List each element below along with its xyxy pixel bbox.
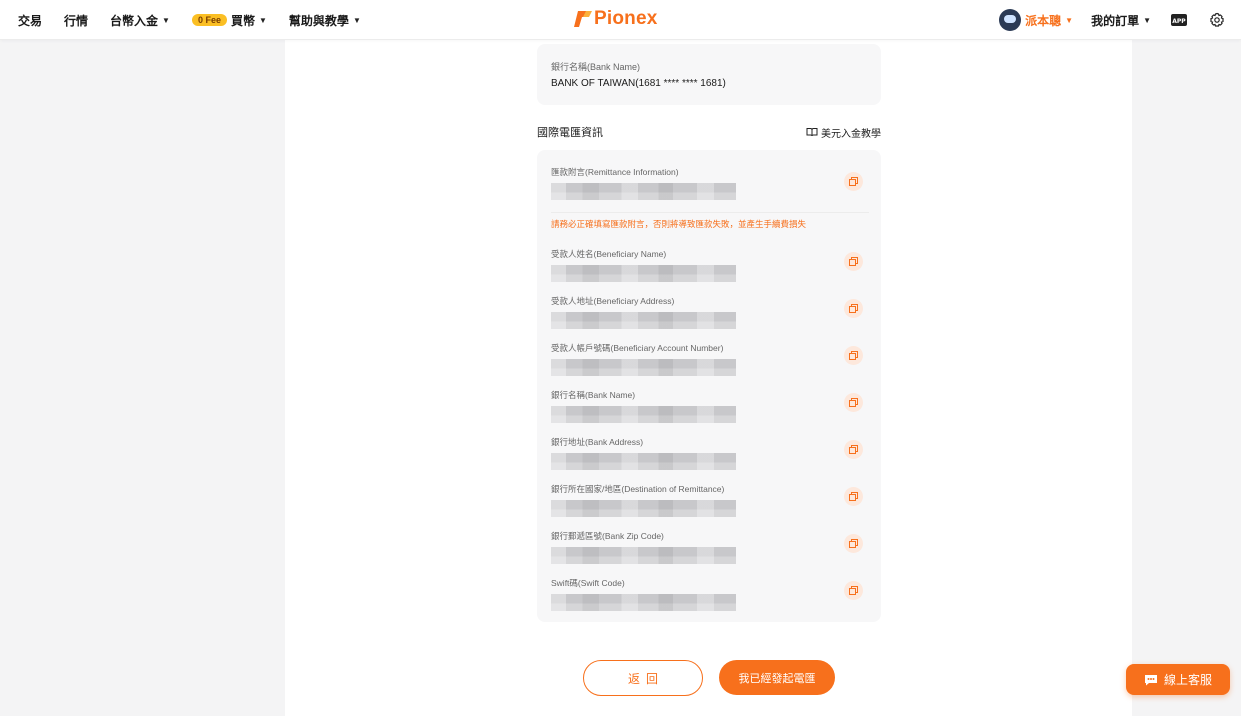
gear-icon[interactable] <box>1207 10 1227 30</box>
pionex-logo[interactable]: Pionex <box>574 8 658 30</box>
copy-icon[interactable] <box>844 299 863 318</box>
masked-value <box>551 359 736 376</box>
field-label: Swift碼(Swift Code) <box>551 578 625 588</box>
copy-icon[interactable] <box>844 393 863 412</box>
beneficiary-account-row: 受款人帳戶號碼(Beneficiary Account Number) <box>551 342 869 376</box>
user-menu[interactable]: 派本聰 ▼ <box>999 9 1073 31</box>
brand-name: Pionex <box>594 8 658 29</box>
bank-name-card: 銀行名稱(Bank Name) BANK OF TAIWAN(1681 ****… <box>537 44 881 105</box>
field-label: 銀行名稱(Bank Name) <box>551 390 636 400</box>
copy-icon[interactable] <box>844 581 863 600</box>
top-nav-bar: 交易 行情 台幣入金 ▼ 0 Fee 買幣 ▼ 幫助與教學 ▼ Pionex 派本聰 ▼… <box>0 0 1241 40</box>
my-orders-menu[interactable]: 我的訂單 ▼ <box>1091 12 1151 29</box>
caret-down-icon: ▼ <box>352 15 361 25</box>
user-name: 派本聰 <box>1025 13 1062 28</box>
remittance-info-row: 匯款附言(Remittance Information) <box>551 166 869 200</box>
masked-value <box>551 312 736 329</box>
nav-trade-label: 交易 <box>18 13 43 28</box>
chat-icon <box>1144 674 1157 685</box>
wire-info-title: 國際電匯資訊 <box>537 127 603 139</box>
bank-name-value: BANK OF TAIWAN(1681 **** **** 1681) <box>551 78 726 89</box>
support-label: 線上客服 <box>1163 673 1212 687</box>
pionex-logo-icon <box>574 11 592 27</box>
zero-fee-badge: 0 Fee <box>191 14 227 26</box>
caret-down-icon: ▼ <box>259 15 267 25</box>
remittance-warning: 請務必正確填寫匯款附言，否則將導致匯款失敗，並產生手續費損失 <box>551 219 807 229</box>
masked-value <box>551 594 736 611</box>
nav-help[interactable]: 幫助與教學 ▼ <box>289 12 361 29</box>
masked-value <box>551 265 736 282</box>
copy-icon[interactable] <box>844 346 863 365</box>
destination-row: 銀行所在國家/地區(Destination of Remittance) <box>551 483 869 517</box>
copy-icon[interactable] <box>844 534 863 553</box>
bank-name-label: 銀行名稱(Bank Name) <box>551 62 641 72</box>
app-download-icon[interactable]: APP <box>1169 10 1189 30</box>
nav-buy-label: 買幣 <box>230 13 255 28</box>
remittance-info-label: 匯款附言(Remittance Information) <box>551 167 679 177</box>
caret-down-icon: ▼ <box>1065 15 1074 25</box>
field-label: 受款人姓名(Beneficiary Name) <box>551 249 667 259</box>
nav-market[interactable]: 行情 <box>64 12 88 29</box>
nav-trade[interactable]: 交易 <box>18 12 42 29</box>
field-label: 受款人帳戶號碼(Beneficiary Account Number) <box>551 343 724 353</box>
masked-value <box>551 183 736 200</box>
svg-text:APP: APP <box>1172 18 1186 25</box>
online-support-button[interactable]: 線上客服 <box>1126 664 1230 695</box>
wire-sent-button[interactable]: 我已經發起電匯 <box>719 660 835 695</box>
masked-value <box>551 406 736 423</box>
bank-zip-row: 銀行郵遞區號(Bank Zip Code) <box>551 530 869 564</box>
user-nav: 派本聰 ▼ 我的訂單 ▼ APP <box>999 0 1227 40</box>
caret-down-icon: ▼ <box>1143 15 1151 25</box>
beneficiary-address-row: 受款人地址(Beneficiary Address) <box>551 295 869 329</box>
copy-icon[interactable] <box>844 440 863 459</box>
copy-icon[interactable] <box>844 172 863 191</box>
divider <box>551 212 869 213</box>
nav-market-label: 行情 <box>64 13 89 28</box>
masked-value <box>551 500 736 517</box>
swift-code-row: Swift碼(Swift Code) <box>551 577 869 611</box>
beneficiary-name-row: 受款人姓名(Beneficiary Name) <box>551 248 869 282</box>
field-label: 銀行郵遞區號(Bank Zip Code) <box>551 531 664 541</box>
nav-buy-crypto[interactable]: 0 Fee 買幣 ▼ <box>191 12 267 29</box>
nav-help-label: 幫助與教學 <box>288 13 349 28</box>
masked-value <box>551 453 736 470</box>
tutorial-label: 美元入金教學 <box>821 128 881 140</box>
copy-icon[interactable] <box>844 487 863 506</box>
caret-down-icon: ▼ <box>162 15 170 25</box>
field-label: 銀行所在國家/地區(Destination of Remittance) <box>551 484 725 494</box>
bank-address-row: 銀行地址(Bank Address) <box>551 436 869 470</box>
back-button[interactable]: 返回 <box>583 660 703 696</box>
nav-deposit-label: 台幣入金 <box>110 13 159 28</box>
avatar <box>999 9 1022 31</box>
copy-icon[interactable] <box>844 252 863 271</box>
wire-info-header: 國際電匯資訊 美元入金教學 <box>537 124 881 140</box>
usd-deposit-tutorial-link[interactable]: 美元入金教學 <box>806 125 881 140</box>
wire-info-card: 匯款附言(Remittance Information) 請務必正確填寫匯款附言… <box>537 150 881 622</box>
bank-name-row: 銀行名稱(Bank Name) <box>551 389 869 423</box>
field-label: 受款人地址(Beneficiary Address) <box>551 296 675 306</box>
main-nav: 交易 行情 台幣入金 ▼ 0 Fee 買幣 ▼ 幫助與教學 ▼ <box>18 0 361 40</box>
nav-twd-deposit[interactable]: 台幣入金 ▼ <box>110 12 170 29</box>
masked-value <box>551 547 736 564</box>
field-label: 銀行地址(Bank Address) <box>551 437 644 447</box>
my-orders-label: 我的訂單 <box>1091 13 1140 28</box>
book-icon <box>806 128 818 137</box>
